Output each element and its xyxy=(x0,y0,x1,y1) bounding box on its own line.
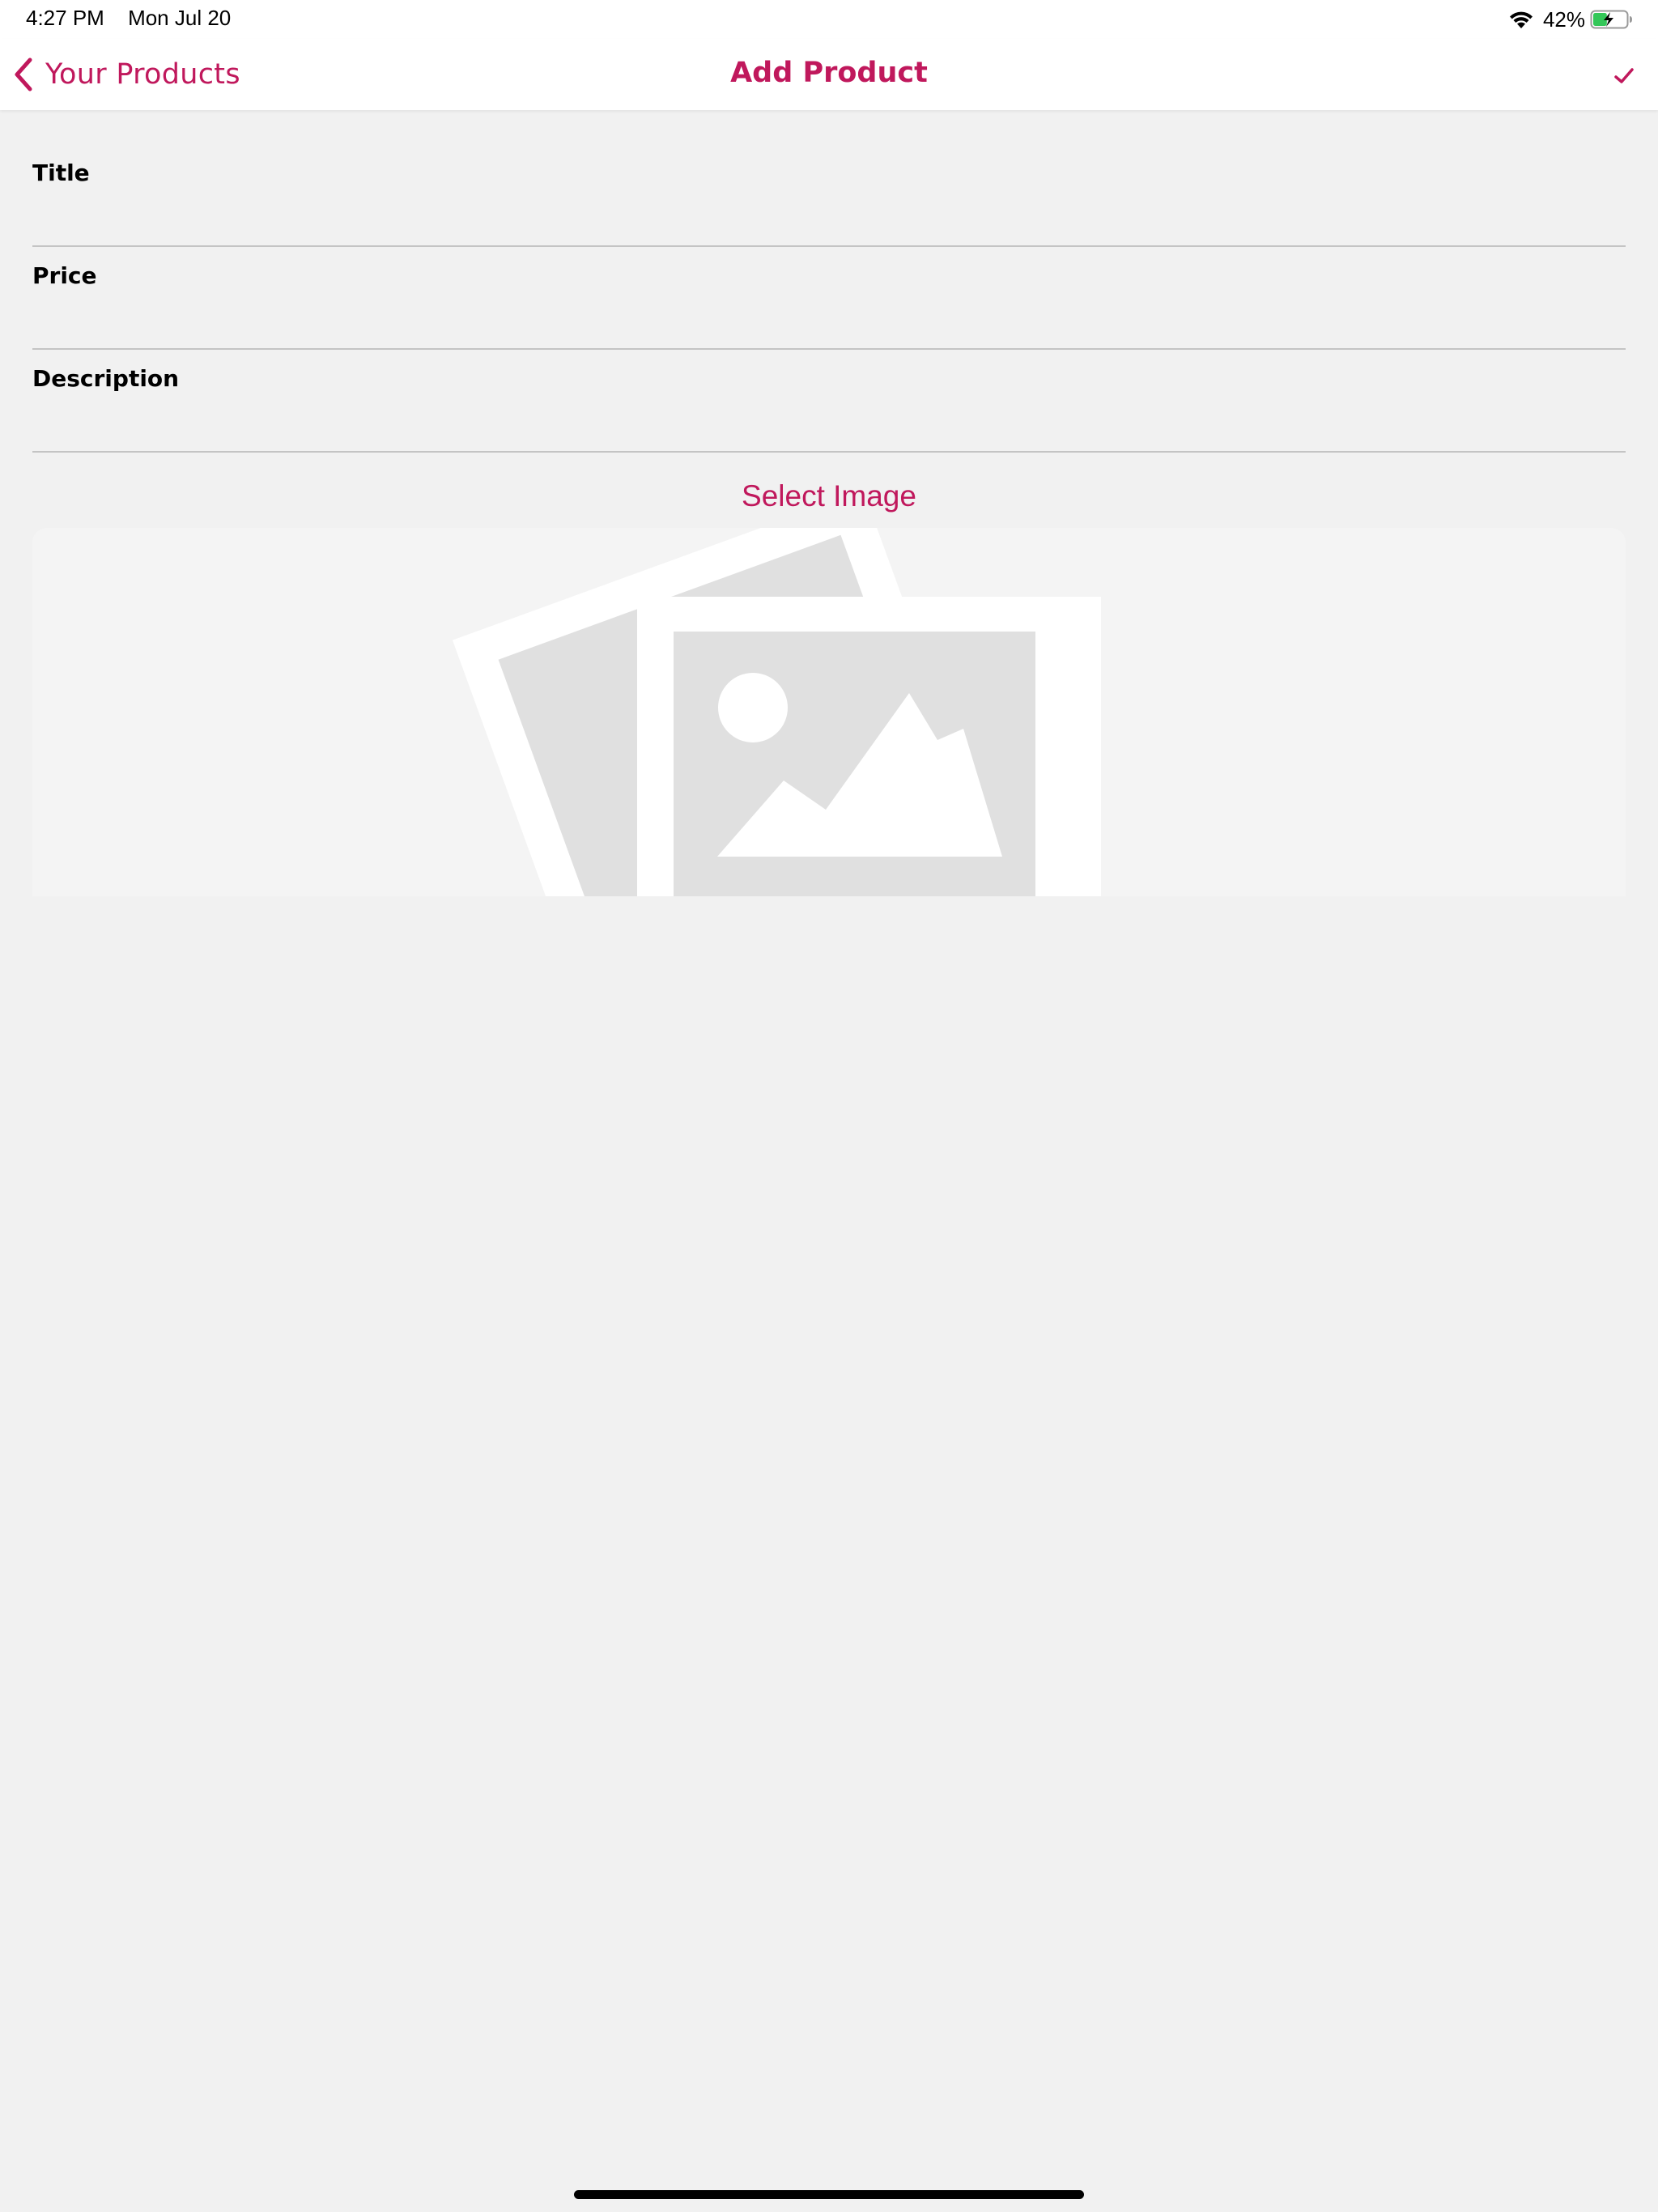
status-time: 4:27 PM xyxy=(26,6,104,30)
image-preview[interactable] xyxy=(32,528,1626,896)
price-input[interactable] xyxy=(32,300,1626,342)
description-field: Description xyxy=(32,365,1626,468)
title-label: Title xyxy=(32,160,90,186)
status-time-date: 4:27 PM Mon Jul 20 xyxy=(26,6,231,31)
status-bar: 4:27 PM Mon Jul 20 42% xyxy=(0,0,1658,39)
wifi-icon xyxy=(1509,11,1533,28)
title-input[interactable] xyxy=(32,197,1626,239)
title-field: Title xyxy=(32,160,1626,262)
price-divider xyxy=(32,348,1626,350)
navigation-bar: Your Products Add Product xyxy=(0,39,1658,110)
price-label: Price xyxy=(32,262,97,289)
image-placeholder-icon xyxy=(452,528,1101,896)
price-field: Price xyxy=(32,262,1626,365)
status-date: Mon Jul 20 xyxy=(128,6,232,30)
title-divider xyxy=(32,245,1626,247)
status-indicators: 42% xyxy=(1507,5,1634,34)
save-button[interactable] xyxy=(1608,60,1640,92)
description-label: Description xyxy=(32,365,180,392)
description-divider xyxy=(32,451,1626,453)
description-input[interactable] xyxy=(32,402,1626,445)
select-image-button[interactable]: Select Image xyxy=(0,479,1658,513)
page-title: Add Product xyxy=(730,57,928,89)
checkmark-icon xyxy=(1614,68,1634,83)
battery-charging-icon xyxy=(1590,10,1632,29)
battery-percent: 42% xyxy=(1542,6,1585,32)
home-indicator xyxy=(574,2190,1084,2199)
